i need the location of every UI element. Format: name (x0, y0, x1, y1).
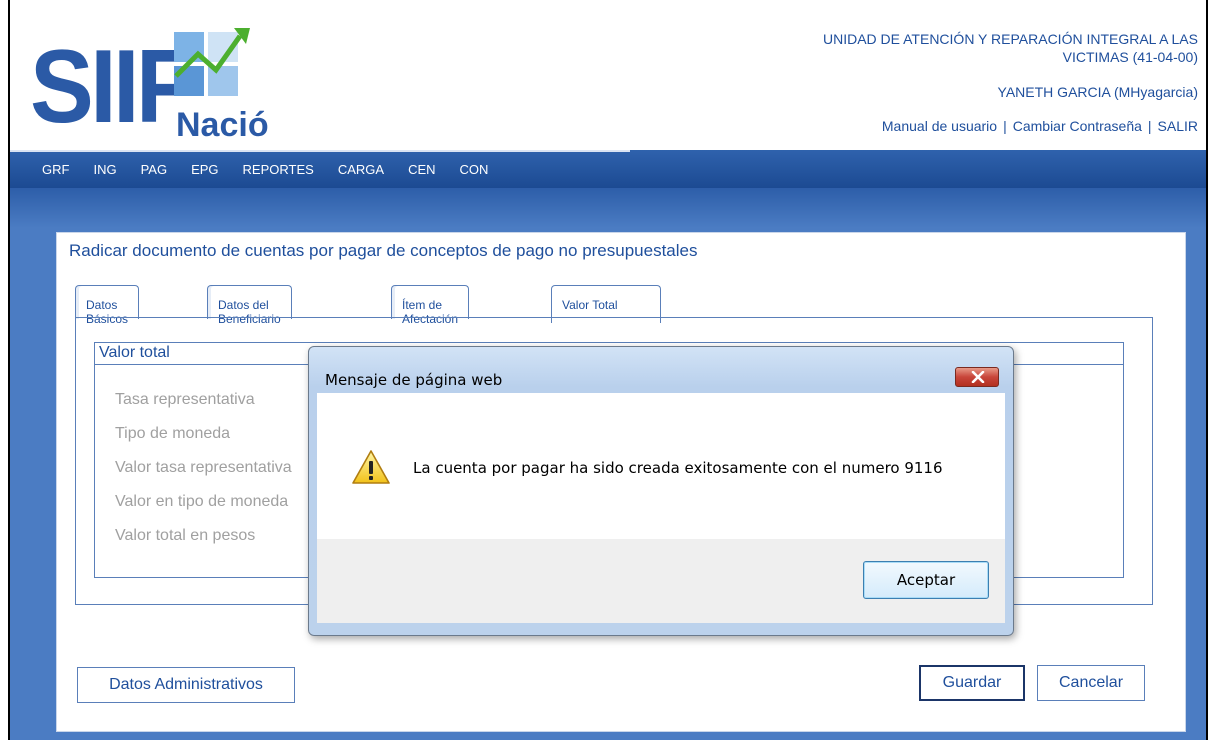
tab-datos-beneficiario[interactable]: Datos del Beneficiario (207, 285, 292, 326)
cancel-button[interactable]: Cancelar (1037, 665, 1145, 701)
logo-subtext: Nación (176, 106, 270, 144)
dialog-footer: Aceptar (317, 539, 1005, 623)
nav-item-pag[interactable]: PAG (141, 162, 168, 177)
dialog-body: La cuenta por pagar ha sido creada exito… (317, 393, 1005, 539)
close-icon (971, 371, 985, 383)
nav-item-reportes[interactable]: REPORTES (243, 162, 314, 177)
siif-logo-graphic: SIIF Nación (30, 28, 289, 145)
link-separator: | (1003, 118, 1007, 134)
message-dialog: Mensaje de página web La cuenta por paga… (308, 346, 1014, 636)
nav-highlight (10, 150, 630, 152)
link-separator: | (1147, 118, 1152, 134)
nav-item-cen[interactable]: CEN (408, 162, 435, 177)
main-nav: GRF ING PAG EPG REPORTES CARGA CEN CON (10, 150, 1206, 188)
nav-item-con[interactable]: CON (460, 162, 489, 177)
save-button[interactable]: Guardar (919, 665, 1025, 701)
logout-link[interactable]: SALIR (1158, 118, 1198, 134)
siif-logo: SIIF Nación (30, 14, 289, 145)
dialog-title: Mensaje de página web (325, 371, 503, 389)
nav-item-ing[interactable]: ING (93, 162, 116, 177)
header-links: Manual de usuario | Cambiar Contraseña | SAL… (882, 118, 1198, 134)
page-title: Radicar documento de cuentas por pagar d… (69, 241, 698, 260)
field-valor-total-pesos: Valor total en pesos (115, 527, 256, 544)
tab-datos-basicos[interactable]: Datos Básicos (75, 285, 140, 326)
manual-link[interactable]: Manual de usuario (882, 118, 997, 134)
dialog-close-button[interactable] (955, 367, 999, 387)
field-tasa-representativa: Tasa representativa (115, 391, 255, 408)
accept-button[interactable]: Aceptar (863, 561, 989, 599)
logo-wordmark: SIIF (30, 29, 191, 144)
datos-administrativos-button[interactable]: Datos Administrativos (77, 667, 295, 703)
org-name-line1: UNIDAD DE ATENCIÓN Y REPARACIÓN INTEGRAL… (823, 31, 1198, 47)
field-tipo-moneda: Tipo de moneda (115, 425, 231, 442)
field-valor-tipo-moneda: Valor en tipo de moneda (115, 493, 289, 510)
org-name-line2: VICTIMAS (41-04-00) (1062, 49, 1198, 65)
change-password-link[interactable]: Cambiar Contraseña (1013, 118, 1142, 134)
dialog-message: La cuenta por pagar ha sido creada exito… (413, 459, 943, 477)
nav-item-epg[interactable]: EPG (191, 162, 218, 177)
nav-item-carga[interactable]: CARGA (338, 162, 384, 177)
user-name: YANETH GARCIA (MHyagarcia) (997, 84, 1198, 100)
field-valor-tasa: Valor tasa representativa (115, 459, 292, 476)
browser-page: SIIF Nación UNIDAD DE ATENCIÓN Y REPARAC… (8, 0, 1208, 740)
tab-item-afectacion[interactable]: Ítem de Afectación (391, 285, 470, 326)
nav-item-grf[interactable]: GRF (42, 162, 69, 177)
warning-icon (352, 450, 390, 484)
